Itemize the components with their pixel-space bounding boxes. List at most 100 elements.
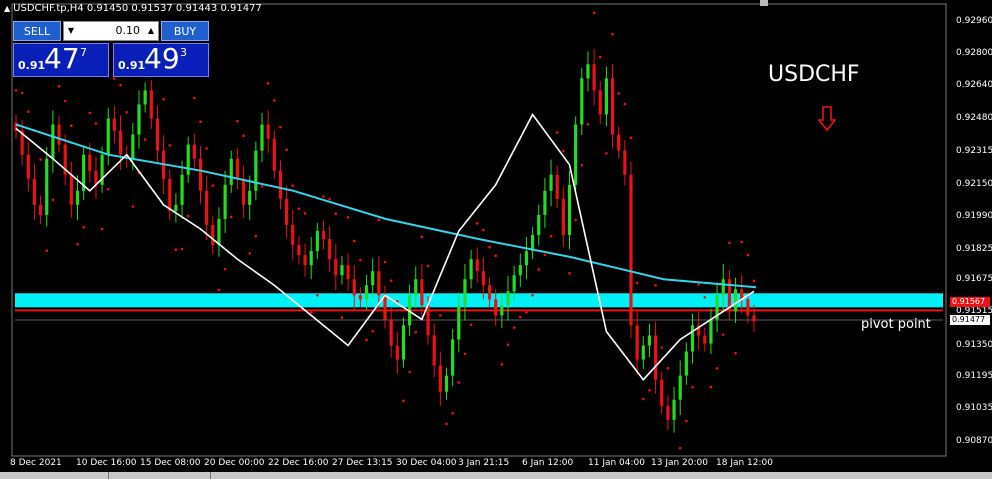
sar-dot: [359, 258, 362, 262]
sar-dot: [254, 234, 258, 238]
price-tick: 0.92640: [956, 80, 992, 91]
sell-quote[interactable]: 0.91 47 7: [13, 42, 109, 77]
sar-dot: [125, 110, 128, 114]
candle-body: [432, 335, 436, 366]
sar-dot: [229, 215, 233, 219]
candle-body: [45, 158, 49, 215]
sar-dot: [39, 158, 42, 161]
sar-dot: [242, 134, 245, 138]
candle-body: [272, 138, 276, 171]
candle-body: [229, 158, 233, 185]
price-axis: 0.92960 0.92800 0.92640 0.92480 0.92315 0.921…: [948, 0, 992, 460]
buy-button[interactable]: BUY: [161, 21, 209, 41]
chart-area: ▲ USDCHF.tp,H4 0.91450 0.91537 0.91443 0.…: [0, 0, 992, 479]
candle-body: [389, 319, 393, 346]
candle-body: [561, 198, 565, 236]
sar-dot: [322, 195, 325, 198]
sar-dot: [273, 99, 276, 102]
sar-dot: [531, 293, 534, 297]
price-tick: 0.91990: [956, 210, 992, 221]
candle-body: [217, 218, 221, 246]
candle-body: [617, 134, 621, 151]
sar-dot: [457, 381, 461, 384]
buy-quote[interactable]: 0.91 49 3: [113, 42, 209, 77]
sar-dot: [248, 252, 251, 255]
sar-dot: [193, 96, 196, 100]
candle-body: [623, 150, 627, 175]
sar-dot: [500, 363, 504, 366]
sar-dot: [88, 111, 92, 115]
sar-dot: [352, 239, 356, 243]
candle-body: [364, 285, 369, 300]
candle-body: [604, 78, 608, 115]
sar-dot: [309, 311, 313, 314]
candle-body: [438, 365, 442, 392]
candle-body: [297, 245, 301, 256]
candle-body: [481, 271, 485, 286]
sar-dot: [715, 367, 719, 370]
candle-body: [414, 279, 418, 296]
candle-body: [303, 255, 307, 266]
candle-body: [51, 124, 55, 159]
sar-dot: [728, 241, 731, 245]
candle-body: [186, 144, 190, 175]
candle-body: [88, 154, 92, 171]
candle-body: [155, 118, 160, 151]
chevron-down-icon[interactable]: ▼: [64, 22, 78, 40]
sar-dot: [279, 125, 282, 129]
sar-dot: [555, 131, 559, 134]
candle-body: [463, 279, 467, 306]
sar-dot: [746, 253, 750, 257]
candle-body: [451, 339, 455, 376]
sell-price-prefix: 0.91: [18, 59, 46, 72]
support-zone: [15, 293, 943, 308]
sar-dot: [119, 83, 122, 87]
sar-dot: [106, 187, 110, 191]
candle-body: [352, 279, 356, 296]
lot-size-field[interactable]: ▼ 0.10 ▲: [63, 21, 159, 41]
chevron-up-icon[interactable]: ▲: [144, 22, 158, 40]
price-tick: 0.91035: [956, 402, 992, 413]
sar-dot: [734, 351, 737, 355]
candle-body: [69, 174, 73, 205]
sar-dot: [519, 315, 522, 319]
price-tick: 0.92150: [956, 178, 992, 189]
candle-body: [684, 351, 688, 376]
sar-dot: [414, 330, 418, 334]
sar-dot: [51, 198, 55, 202]
candle-body: [598, 90, 602, 115]
symbol-annotation: USDCHF: [768, 62, 860, 87]
sar-dot: [420, 235, 424, 239]
candle-body: [174, 204, 178, 211]
sar-dot: [236, 119, 239, 123]
sar-dot: [174, 248, 178, 251]
chart-shift-marker[interactable]: [760, 0, 768, 6]
candle-body: [654, 335, 658, 380]
candle-body: [500, 305, 504, 316]
price-tick: 0.91350: [956, 339, 992, 350]
candle-body: [549, 174, 553, 191]
sar-dot: [168, 144, 172, 147]
buy-price-sup: 3: [180, 46, 187, 59]
sar-dot: [389, 279, 393, 282]
pivot-point-label: pivot point: [861, 317, 931, 332]
candle-body: [334, 259, 338, 276]
candle-body: [703, 335, 707, 344]
candle-body: [371, 271, 375, 286]
candle-body: [457, 305, 461, 340]
date-tick: 20 Dec 00:00: [204, 458, 265, 468]
sar-dot: [82, 225, 85, 229]
price-tick: 0.91195: [956, 370, 992, 381]
sar-dot: [223, 267, 227, 271]
arrow-down-icon: [818, 106, 836, 132]
candle-body: [278, 170, 283, 199]
sar-dot: [408, 370, 411, 374]
sar-dot: [740, 240, 743, 244]
sar-dot: [451, 411, 454, 415]
candle-body: [266, 124, 270, 139]
candle-body: [475, 259, 479, 272]
sar-dot: [568, 271, 571, 275]
lot-value[interactable]: 0.10: [82, 22, 141, 40]
candle-body: [137, 104, 141, 135]
sell-button[interactable]: SELL: [13, 21, 61, 41]
